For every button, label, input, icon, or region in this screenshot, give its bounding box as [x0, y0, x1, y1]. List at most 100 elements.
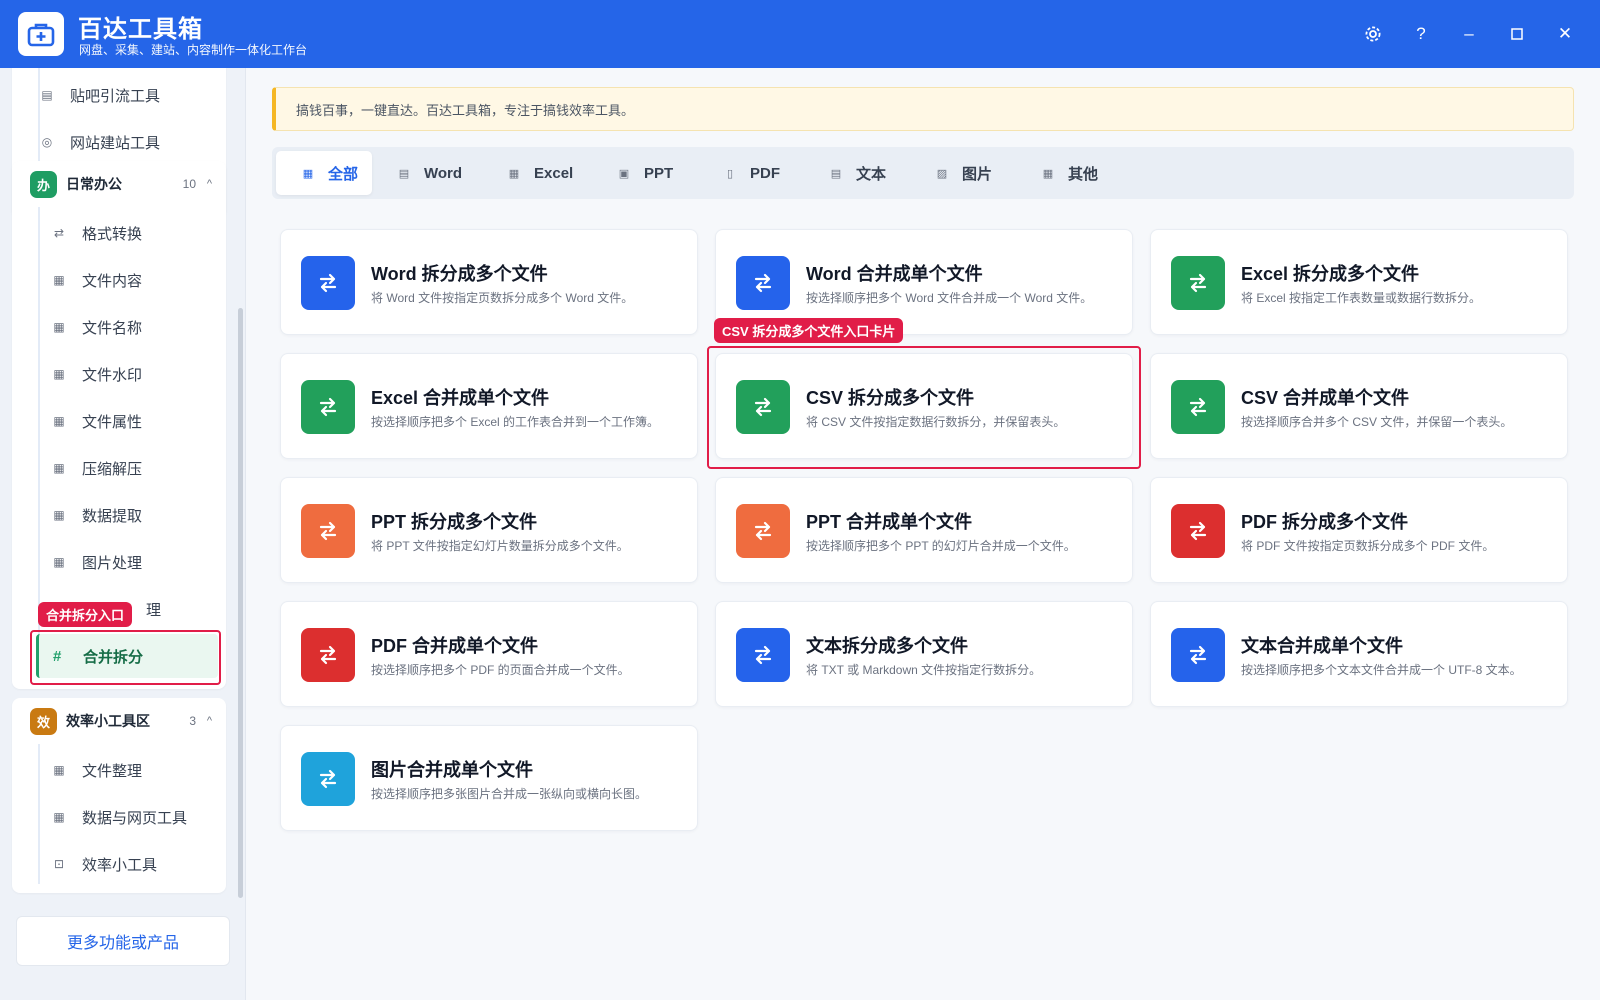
image-icon: ▨ — [936, 167, 948, 180]
tab-text[interactable]: ▤ 文本 — [830, 151, 886, 195]
sidebar-item-watermark[interactable]: ▦ 文件水印 — [52, 359, 142, 389]
grid-icon: ▦ — [53, 763, 65, 777]
sidebar-item-format-convert[interactable]: ⇄ 格式转换 — [52, 218, 142, 248]
maximize-button[interactable] — [1503, 20, 1531, 48]
gear-icon[interactable] — [1359, 20, 1387, 48]
sidebar-item-label: 文件名称 — [82, 319, 143, 337]
tool-card[interactable]: CSV 拆分成多个文件将 CSV 文件按指定数据行数拆分，并保留表头。 — [715, 353, 1133, 459]
card-description: 将 PDF 文件按指定页数拆分成多个 PDF 文件。 — [1241, 539, 1495, 553]
card-description: 按选择顺序把多张图片合并成一张纵向或横向长图。 — [371, 787, 648, 801]
category-tabs: ▦ 全部 ▤ Word ▦ Excel ▣ PPT ▯ PDF ▤ 文本 ▨ 图… — [272, 147, 1574, 199]
close-button[interactable]: ✕ — [1551, 20, 1579, 48]
tool-card[interactable]: PDF 合并成单个文件按选择顺序把多个 PDF 的页面合并成一个文件。 — [280, 601, 698, 707]
swap-icon — [301, 504, 355, 558]
sidebar-item-merge-split[interactable]: # 合并拆分 — [36, 634, 218, 678]
swap-icon — [736, 628, 790, 682]
group-header[interactable]: 办 日常办公 10 ^ — [12, 161, 226, 207]
swap-icon — [736, 380, 790, 434]
tab-all[interactable]: ▦ 全部 — [276, 151, 372, 195]
sidebar-item-label: 理 — [146, 601, 162, 619]
grid-icon: ▦ — [53, 461, 65, 475]
sidebar-item-tieba[interactable]: ▤ 贴吧引流工具 — [40, 80, 160, 110]
tab-excel[interactable]: ▦ Excel — [508, 151, 573, 195]
sidebar-item-label: 图片处理 — [82, 554, 143, 572]
tool-card[interactable]: 文本合并成单个文件按选择顺序把多个文本文件合并成一个 UTF-8 文本。 — [1150, 601, 1568, 707]
list-icon: ▤ — [41, 88, 53, 102]
sidebar-item-image-process[interactable]: ▦ 图片处理 — [52, 547, 142, 577]
minimize-button[interactable]: – — [1455, 20, 1483, 48]
app-title: 百达工具箱 — [78, 16, 203, 43]
tab-pdf[interactable]: ▯ PDF — [724, 151, 780, 195]
card-description: 按选择顺序把多个文本文件合并成一个 UTF-8 文本。 — [1241, 663, 1522, 677]
sidebar-item-compress[interactable]: ▦ 压缩解压 — [52, 453, 142, 483]
sidebar-item-file-content[interactable]: ▦ 文件内容 — [52, 265, 142, 295]
text-icon: ▤ — [830, 167, 842, 180]
group-count: 3 — [189, 714, 196, 728]
group-title: 效率小工具区 — [66, 713, 150, 729]
card-description: 按选择顺序把多个 PDF 的页面合并成一个文件。 — [371, 663, 630, 677]
group-header[interactable]: 效 效率小工具区 3 ^ — [12, 698, 226, 744]
tab-image[interactable]: ▨ 图片 — [936, 151, 992, 195]
card-title: Word 合并成单个文件 — [806, 264, 983, 284]
tab-label: 图片 — [962, 165, 993, 183]
swap-icon — [736, 256, 790, 310]
tool-card[interactable]: CSV 合并成单个文件 按选择顺序合并多个 CSV 文件，并保留一个表头。 — [1150, 353, 1568, 459]
sidebar-item-label: 贴吧引流工具 — [70, 87, 161, 105]
group-badge: 效 — [30, 707, 57, 735]
grid-icon: ▦ — [1042, 167, 1054, 180]
chevron-up-icon[interactable]: ^ — [207, 178, 212, 190]
swap-icon — [1171, 256, 1225, 310]
sidebar-item-data-extract[interactable]: ▦ 数据提取 — [52, 500, 142, 530]
chevron-up-icon[interactable]: ^ — [207, 715, 212, 727]
slides-icon: ▣ — [618, 167, 630, 180]
tool-card[interactable]: PDF 拆分成多个文件将 PDF 文件按指定页数拆分成多个 PDF 文件。 — [1150, 477, 1568, 583]
card-title: PDF 合并成单个文件 — [371, 636, 539, 656]
sidebar-item-label: 压缩解压 — [82, 460, 143, 478]
sidebar-item-label: 网站建站工具 — [70, 134, 161, 152]
sidebar-item-label: 效率小工具 — [82, 856, 158, 874]
sidebar-item-label: 数据提取 — [82, 507, 143, 525]
toolbox-icon: ⊡ — [53, 857, 65, 871]
card-title: CSV 拆分成多个文件 — [806, 388, 975, 408]
scrollbar-thumb[interactable] — [238, 308, 243, 898]
sidebar-item-efficiency-tools[interactable]: ⊡ 效率小工具 — [52, 849, 157, 879]
toolbox-icon — [18, 12, 64, 56]
tab-label: Word — [424, 164, 463, 182]
sidebar-item-label: 数据与网页工具 — [82, 809, 188, 827]
tab-label: 其他 — [1068, 165, 1099, 183]
help-icon[interactable]: ? — [1407, 20, 1435, 48]
globe-icon: ◎ — [41, 135, 53, 149]
group-badge: 办 — [30, 170, 57, 198]
tool-card[interactable]: PPT 拆分成多个文件将 PPT 文件按指定幻灯片数量拆分成多个文件。 — [280, 477, 698, 583]
tool-card[interactable]: Excel 合并成单个文件 按选择顺序把多个 Excel 的工作表合并到一个工作簿… — [280, 353, 698, 459]
sidebar-item-website[interactable]: ◎ 网站建站工具 — [40, 127, 160, 157]
tool-card[interactable]: Word 拆分成多个文件将 Word 文件按指定页数拆分成多个 Word 文件。 — [280, 229, 698, 335]
tool-card[interactable]: PPT 合并成单个文件 按选择顺序把多个 PPT 的幻灯片合并成一个文件。 — [715, 477, 1133, 583]
tool-card[interactable]: 文本拆分成多个文件将 TXT 或 Markdown 文件按指定行数拆分。 — [715, 601, 1133, 707]
sidebar-item-file-attributes[interactable]: ▦ 文件属性 — [52, 406, 142, 436]
sidebar-item-file-organize[interactable]: ▦ 文件整理 — [52, 755, 142, 785]
tool-card[interactable]: Excel 拆分成多个文件将 Excel 按指定工作表数量或数据行数拆分。 — [1150, 229, 1568, 335]
tab-label: PDF — [750, 164, 780, 182]
card-title: 文本拆分成多个文件 — [806, 636, 968, 656]
card-description: 将 PPT 文件按指定幻灯片数量拆分成多个文件。 — [371, 539, 629, 553]
tab-other[interactable]: ▦ 其他 — [1042, 151, 1098, 195]
more-products-button[interactable]: 更多功能或产品 — [16, 916, 230, 966]
group-title: 日常办公 — [66, 176, 122, 192]
card-description: 将 Excel 按指定工作表数量或数据行数拆分。 — [1241, 291, 1482, 305]
tab-ppt[interactable]: ▣ PPT — [618, 151, 673, 195]
tab-word[interactable]: ▤ Word — [398, 151, 462, 195]
file-icon: ▯ — [726, 167, 734, 180]
grid-icon: ▦ — [53, 810, 65, 824]
grid-icon: ▦ — [53, 555, 65, 569]
tool-card[interactable]: 图片合并成单个文件 按选择顺序把多张图片合并成一张纵向或横向长图。 — [280, 725, 698, 831]
card-title: Excel 合并成单个文件 — [371, 388, 550, 408]
card-title: PPT 合并成单个文件 — [806, 512, 973, 532]
grid-icon: ▦ — [53, 273, 65, 287]
card-title: CSV 合并成单个文件 — [1241, 388, 1410, 408]
sidebar-item-file-name[interactable]: ▦ 文件名称 — [52, 312, 142, 342]
sidebar: ▤ 贴吧引流工具 ◎ 网站建站工具 办 日常办公 10 ^ ⇄ 格式转换 ▦ 文… — [0, 68, 246, 1000]
sidebar-item-data-web[interactable]: ▦ 数据与网页工具 — [52, 802, 187, 832]
card-title: 文本合并成单个文件 — [1241, 636, 1403, 656]
notice-banner: 搞钱百事，一键直达。百达工具箱，专注于搞钱效率工具。 — [272, 87, 1574, 131]
